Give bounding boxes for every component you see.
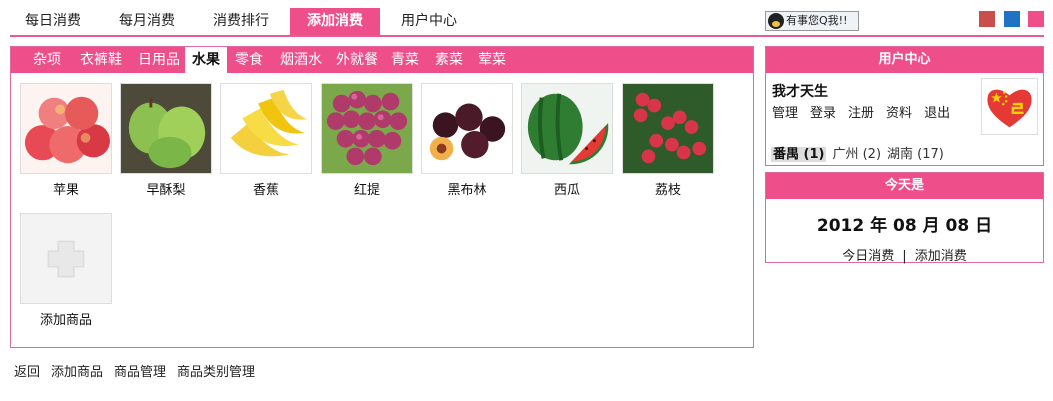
today-links: 今日消费 | 添加消费 bbox=[766, 245, 1043, 264]
product-item[interactable]: 荔枝 bbox=[622, 83, 714, 198]
qq-contact-label: 有事您Q我!! bbox=[786, 14, 848, 27]
product-item[interactable]: 香蕉 bbox=[220, 83, 312, 198]
current-date: 2012 年 08 月 08 日 bbox=[816, 216, 993, 236]
username: 我才天生 bbox=[772, 84, 828, 100]
theme-red-swatch[interactable] bbox=[979, 11, 995, 27]
product-name: 苹果 bbox=[52, 183, 79, 198]
user-center-title: 用户中心 bbox=[766, 47, 1043, 73]
tab-expense-ranking[interactable]: 消费排行 bbox=[198, 8, 284, 35]
tab-add-expense[interactable]: 添加消费 bbox=[290, 8, 380, 35]
product-name: 西瓜 bbox=[553, 183, 580, 198]
today-title: 今天是 bbox=[766, 173, 1043, 199]
category-snacks[interactable]: 零食 bbox=[231, 47, 267, 73]
top-nav: 每日消费 每月消费 消费排行 添加消费 用户中心 bbox=[10, 8, 1044, 37]
user-center-panel: 用户中心 我才天生 管理 登录 注册 资料 退出 番禺 (1) 广州 (2) 湖南 (17) bbox=[765, 46, 1044, 166]
category-daily-goods[interactable]: 日用品 bbox=[133, 47, 185, 73]
register-link[interactable]: 注册 bbox=[848, 106, 874, 121]
product-name: 香蕉 bbox=[252, 183, 279, 198]
grape-icon bbox=[321, 83, 413, 174]
today-expense-link[interactable]: 今日消费 bbox=[842, 249, 894, 264]
theme-pink-swatch[interactable] bbox=[1028, 11, 1044, 27]
avatar bbox=[981, 78, 1038, 135]
plum-icon bbox=[421, 83, 513, 174]
city-list: 番禺 (1) 广州 (2) 湖南 (17) bbox=[771, 143, 950, 162]
login-link[interactable]: 登录 bbox=[810, 106, 836, 121]
category-greens[interactable]: 青菜 bbox=[387, 47, 423, 73]
pear-icon bbox=[120, 83, 212, 174]
category-fruit[interactable]: 水果 bbox=[185, 47, 227, 73]
theme-blue-swatch[interactable] bbox=[1004, 11, 1020, 27]
apple-icon bbox=[20, 83, 112, 174]
add-product-label: 添加商品 bbox=[39, 313, 92, 328]
lychee-icon bbox=[622, 83, 714, 174]
product-item[interactable]: 早酥梨 bbox=[120, 83, 212, 198]
today-panel: 今天是 2012 年 08 月 08 日 今日消费 | 添加消费 bbox=[765, 172, 1044, 264]
product-name: 黑布林 bbox=[447, 183, 487, 198]
tab-monthly-expense[interactable]: 每月消费 bbox=[104, 8, 190, 35]
logout-link[interactable]: 退出 bbox=[924, 106, 950, 121]
category-clothing[interactable]: 衣裤鞋 bbox=[75, 47, 127, 73]
product-item[interactable]: 黑布林 bbox=[421, 83, 513, 198]
product-item[interactable]: 苹果 bbox=[20, 83, 112, 198]
footer-links: 返回 添加商品 商品管理 商品类别管理 bbox=[14, 361, 266, 380]
product-name: 红提 bbox=[353, 183, 380, 198]
product-item[interactable]: 红提 bbox=[321, 83, 413, 198]
category-drinks[interactable]: 烟酒水 bbox=[275, 47, 327, 73]
product-management-link[interactable]: 商品管理 bbox=[114, 365, 166, 380]
tab-daily-expense[interactable]: 每日消费 bbox=[10, 8, 96, 35]
plus-icon bbox=[20, 213, 112, 304]
city-panyu[interactable]: 番禺 (1) bbox=[771, 147, 827, 162]
city-guangzhou[interactable]: 广州 (2) bbox=[832, 147, 881, 162]
link-separator: | bbox=[902, 249, 907, 264]
banana-icon bbox=[220, 83, 312, 174]
back-link[interactable]: 返回 bbox=[14, 365, 40, 380]
watermelon-icon bbox=[521, 83, 613, 174]
tab-user-center[interactable]: 用户中心 bbox=[386, 8, 472, 35]
add-product-tile[interactable]: 添加商品 bbox=[20, 213, 112, 328]
category-vegetables[interactable]: 素菜 bbox=[431, 47, 467, 73]
category-management-link[interactable]: 商品类别管理 bbox=[177, 365, 255, 380]
qq-penguin-icon bbox=[768, 13, 784, 29]
product-item[interactable]: 西瓜 bbox=[521, 83, 613, 198]
admin-link[interactable]: 管理 bbox=[772, 106, 798, 121]
product-panel: 杂项 衣裤鞋 日用品 水果 零食 烟酒水 外就餐 青菜 素菜 荤菜 苹果 早酥梨 bbox=[10, 46, 754, 348]
user-links: 管理 登录 注册 资料 退出 bbox=[772, 102, 962, 121]
category-eating-out[interactable]: 外就餐 bbox=[331, 47, 383, 73]
product-name: 早酥梨 bbox=[146, 183, 186, 198]
profile-link[interactable]: 资料 bbox=[886, 106, 912, 121]
category-meat[interactable]: 荤菜 bbox=[474, 47, 510, 73]
add-product-link[interactable]: 添加商品 bbox=[51, 365, 103, 380]
add-expense-link[interactable]: 添加消费 bbox=[915, 249, 967, 264]
product-name: 荔枝 bbox=[654, 183, 681, 198]
city-hunan[interactable]: 湖南 (17) bbox=[887, 147, 944, 162]
qq-contact-button[interactable]: 有事您Q我!! bbox=[765, 11, 859, 31]
category-bar: 杂项 衣裤鞋 日用品 水果 零食 烟酒水 外就餐 青菜 素菜 荤菜 bbox=[11, 47, 753, 73]
category-misc[interactable]: 杂项 bbox=[29, 47, 65, 73]
